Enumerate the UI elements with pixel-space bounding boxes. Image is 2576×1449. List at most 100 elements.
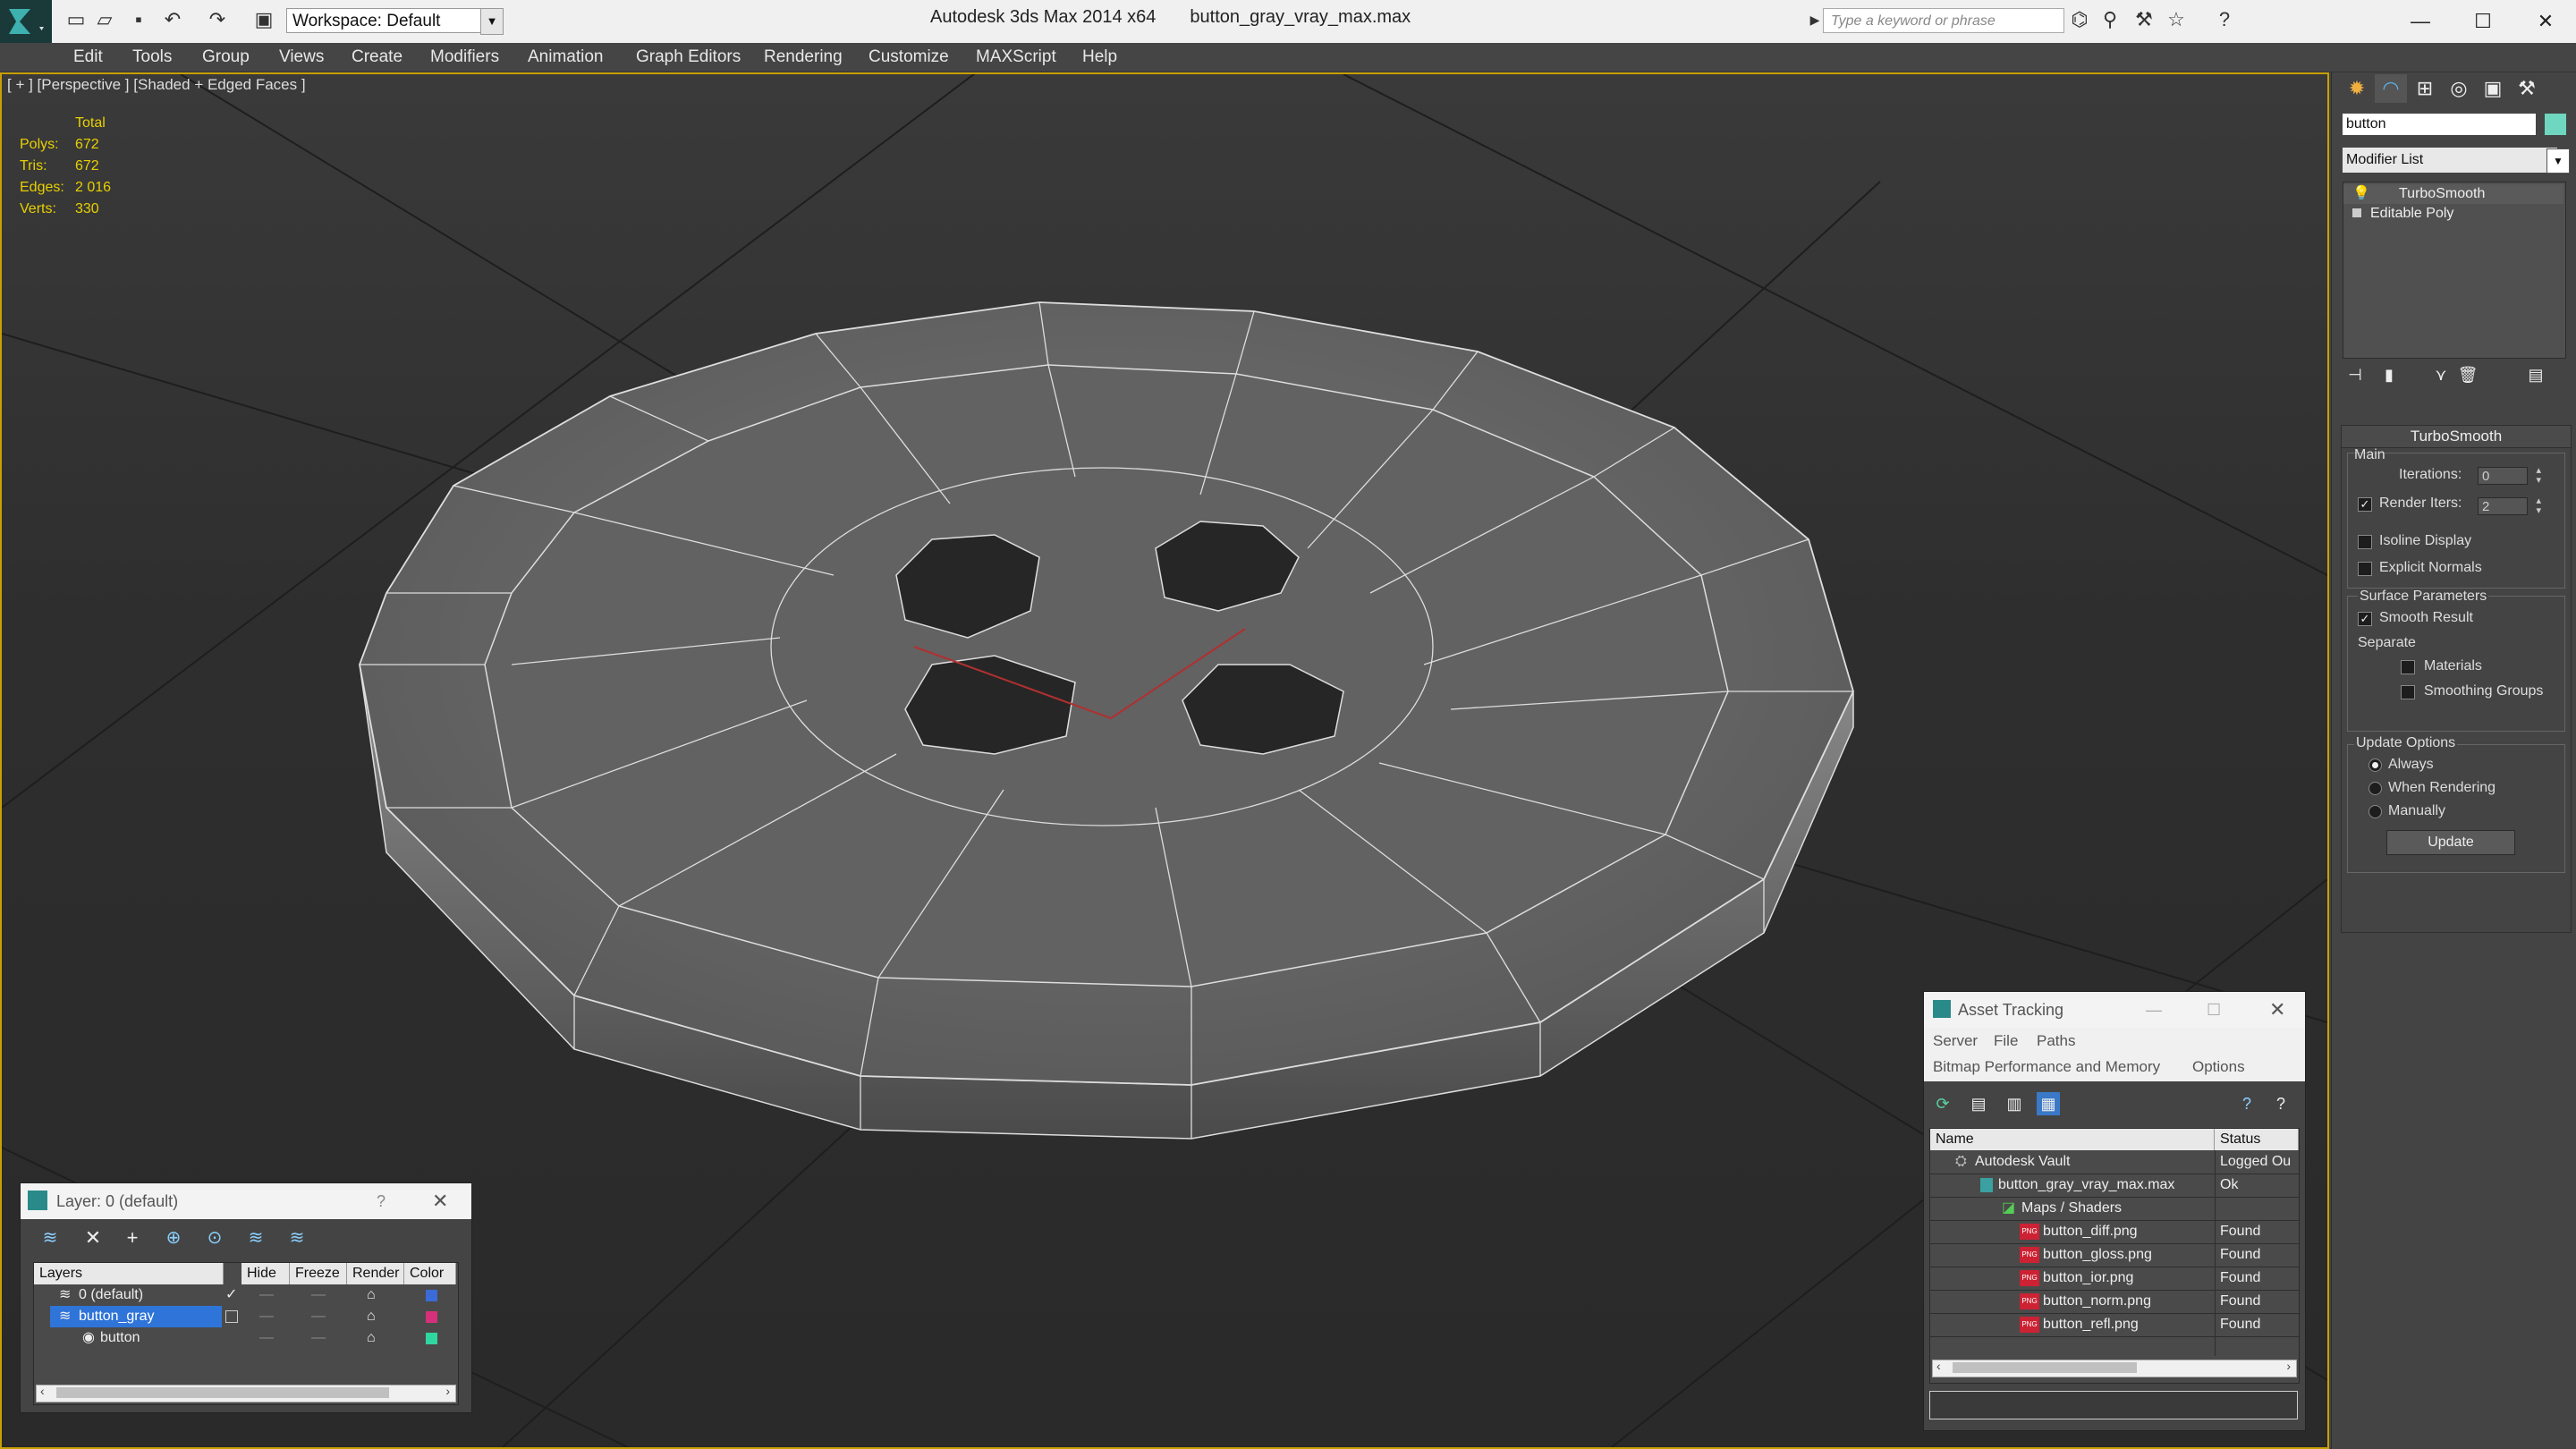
create-tab-icon[interactable]: ✹: [2341, 74, 2373, 103]
new-file-icon[interactable]: ▭: [64, 8, 88, 31]
menu-rendering[interactable]: Rendering: [764, 47, 843, 67]
hierarchy-tab-icon[interactable]: ⊞: [2409, 74, 2441, 103]
viewport-label[interactable]: [ + ] [Perspective ] [Shaded + Edged Fac…: [7, 76, 306, 94]
freeze-toggle[interactable]: —: [311, 1327, 326, 1349]
layer-color-swatch[interactable]: [426, 1290, 437, 1301]
modifier-stack[interactable]: 💡 TurboSmooth Editable Poly: [2343, 182, 2566, 359]
save-icon[interactable]: ▪: [127, 8, 150, 31]
binoculars-icon[interactable]: ⌬: [2068, 8, 2091, 31]
add-to-layer-icon[interactable]: ⊕: [162, 1226, 185, 1250]
asset-list[interactable]: Name Status ⛭ Autodesk Vault Logged Ou b…: [1929, 1128, 2300, 1384]
layer-row[interactable]: ≋ 0 (default) ✓ — — ⌂: [34, 1284, 456, 1306]
col-layers[interactable]: Layers: [34, 1263, 224, 1284]
menu-options[interactable]: Options: [2192, 1058, 2245, 1076]
col-name[interactable]: Name: [1930, 1129, 2215, 1150]
active-checkbox[interactable]: [225, 1310, 238, 1323]
menu-customize[interactable]: Customize: [869, 47, 949, 67]
close-button[interactable]: ✕: [2519, 5, 2572, 38]
redo-icon[interactable]: ↷: [206, 8, 229, 31]
menu-server[interactable]: Server: [1933, 1032, 1978, 1050]
list-view-icon[interactable]: ▤: [1967, 1092, 1990, 1115]
layer-color-swatch[interactable]: [426, 1333, 437, 1344]
layer-window-titlebar[interactable]: Layer: 0 (default) ? ✕: [21, 1183, 471, 1219]
scroll-left-icon[interactable]: ‹: [40, 1384, 45, 1398]
stack-item-editable-poly[interactable]: Editable Poly: [2343, 204, 2563, 224]
explicit-normals-checkbox[interactable]: [2358, 562, 2372, 576]
col-render[interactable]: Render: [347, 1263, 404, 1284]
refresh-icon[interactable]: ⟳: [1931, 1092, 1954, 1115]
minimize-button[interactable]: —: [2394, 5, 2447, 38]
menu-create[interactable]: Create: [352, 47, 402, 67]
object-color-swatch[interactable]: [2545, 114, 2566, 135]
scroll-right-icon[interactable]: ›: [2286, 1359, 2291, 1373]
motion-tab-icon[interactable]: ◎: [2443, 74, 2475, 103]
layer-row[interactable]: ≋ button_gray — — ⌂: [34, 1306, 456, 1327]
maximize-icon[interactable]: ☐: [2207, 992, 2221, 1028]
configure-sets-icon[interactable]: ▤: [2520, 360, 2552, 389]
iterations-spinner[interactable]: 0: [2478, 466, 2541, 486]
delete-layer-icon[interactable]: ✕: [81, 1226, 105, 1250]
scroll-right-icon[interactable]: ›: [445, 1384, 450, 1398]
help-icon[interactable]: ?: [2235, 1092, 2258, 1115]
workspace-dropdown[interactable]: Workspace: Default ▼: [286, 8, 504, 35]
pin-stack-icon[interactable]: ⊣: [2339, 360, 2371, 389]
hide-all-icon[interactable]: ≋: [285, 1226, 309, 1250]
scrollbar-thumb[interactable]: [56, 1387, 389, 1398]
remove-modifier-icon[interactable]: 🗑: [2452, 360, 2484, 389]
scrollbar-thumb[interactable]: [1953, 1362, 2137, 1373]
scroll-left-icon[interactable]: ‹: [1936, 1359, 1941, 1373]
modifier-list-dropdown[interactable]: Modifier List ▼: [2343, 148, 2570, 174]
help-context-icon[interactable]: ?: [2269, 1092, 2292, 1115]
communication-icon[interactable]: ⚒: [2132, 8, 2156, 31]
always-radio[interactable]: [2368, 758, 2382, 772]
table-view-icon[interactable]: ▦: [2037, 1092, 2060, 1115]
menu-tools[interactable]: Tools: [132, 47, 172, 67]
manually-radio[interactable]: [2368, 805, 2382, 818]
layer-list[interactable]: Layers Hide Freeze Render Color ≋ 0 (def…: [33, 1262, 459, 1405]
active-check-icon[interactable]: ✓: [225, 1284, 237, 1306]
render-iters-checkbox[interactable]: ✓: [2358, 497, 2372, 512]
materials-checkbox[interactable]: [2401, 660, 2415, 674]
isoline-display-checkbox[interactable]: [2358, 535, 2372, 549]
render-teapot-icon[interactable]: ⌂: [367, 1284, 376, 1306]
modify-tab-icon[interactable]: ◠: [2375, 74, 2407, 103]
smoothing-groups-checkbox[interactable]: [2401, 685, 2415, 699]
display-tab-icon[interactable]: ▣: [2477, 74, 2509, 103]
col-hide[interactable]: Hide: [242, 1263, 290, 1284]
menu-edit[interactable]: Edit: [73, 47, 103, 67]
layer-color-swatch[interactable]: [426, 1311, 437, 1323]
show-end-result-icon[interactable]: ▮: [2373, 360, 2405, 389]
horizontal-scrollbar[interactable]: ‹ ›: [36, 1384, 456, 1402]
undo-icon[interactable]: ↶: [161, 8, 184, 31]
menu-views[interactable]: Views: [279, 47, 324, 67]
object-name-field[interactable]: button: [2343, 114, 2536, 135]
layers-icon[interactable]: ≋: [38, 1226, 62, 1250]
render-teapot-icon[interactable]: ⌂: [367, 1327, 376, 1349]
app-logo[interactable]: [0, 0, 52, 43]
render-teapot-icon[interactable]: ⌂: [367, 1306, 376, 1327]
rollout-title[interactable]: TurboSmooth: [2342, 426, 2571, 448]
stack-item-turbosmooth[interactable]: 💡 TurboSmooth: [2343, 184, 2563, 204]
menu-modifiers[interactable]: Modifiers: [430, 47, 499, 67]
update-button[interactable]: Update: [2386, 830, 2515, 855]
menu-help[interactable]: Help: [1082, 47, 1117, 67]
close-icon[interactable]: ✕: [432, 1183, 448, 1219]
lightbulb-icon[interactable]: 💡: [2352, 184, 2370, 204]
utilities-tab-icon[interactable]: ⚒: [2511, 74, 2543, 103]
hide-toggle[interactable]: —: [259, 1327, 274, 1349]
freeze-toggle[interactable]: —: [311, 1284, 326, 1306]
horizontal-scrollbar[interactable]: ‹ ›: [1932, 1359, 2297, 1377]
menu-maxscript[interactable]: MAXScript: [976, 47, 1056, 67]
menu-paths[interactable]: Paths: [2037, 1032, 2075, 1050]
subscription-icon[interactable]: ⚲: [2098, 8, 2122, 31]
expand-icon[interactable]: [2352, 208, 2361, 217]
menu-bitmap-performance[interactable]: Bitmap Performance and Memory: [1933, 1058, 2160, 1076]
minimize-icon[interactable]: —: [2146, 992, 2162, 1028]
asset-window-titlebar[interactable]: Asset Tracking — ☐ ✕: [1924, 992, 2305, 1028]
highlight-layer-icon[interactable]: ≋: [244, 1226, 267, 1250]
select-objects-icon[interactable]: ⊙: [203, 1226, 226, 1250]
smooth-result-checkbox[interactable]: ✓: [2358, 612, 2372, 626]
help-icon[interactable]: ?: [2213, 8, 2236, 31]
open-file-icon[interactable]: ▱: [93, 8, 116, 31]
col-freeze[interactable]: Freeze: [290, 1263, 347, 1284]
